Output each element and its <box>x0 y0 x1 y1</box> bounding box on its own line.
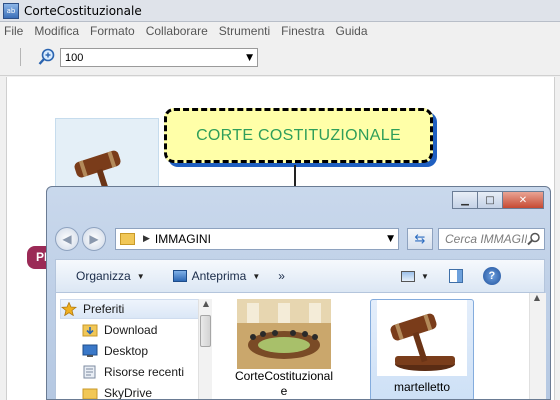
chevron-down-icon: ▼ <box>246 52 253 63</box>
zoom-select[interactable]: 100 ▼ <box>60 48 258 67</box>
command-bar: Organizza ▼ Anteprima ▼ » ▼ ? <box>55 259 545 293</box>
gavel-thumbnail <box>377 300 467 376</box>
app-titlebar: ab CorteCostituzionale <box>0 0 560 22</box>
zoom-icon[interactable] <box>38 48 56 66</box>
file-scrollbar[interactable]: ▲ <box>529 293 546 399</box>
file-explorer-window: ▁ □ ✕ ◀ ▶ ▶ IMMAGINI ▼ ⇆ Cerca IMMAGINI … <box>46 186 551 400</box>
nav-item-label: Preferiti <box>83 302 125 316</box>
file-label: martelletto <box>393 380 451 394</box>
courtroom-thumbnail <box>237 299 331 369</box>
menu-modifica[interactable]: Modifica <box>33 24 80 38</box>
search-input[interactable]: Cerca IMMAGINI <box>438 228 545 250</box>
desktop-icon <box>82 344 98 357</box>
organize-button[interactable]: Organizza ▼ <box>76 269 145 283</box>
menu-finestra[interactable]: Finestra <box>280 24 325 38</box>
central-topic-label: CORTE COSTITUZIONALE <box>196 126 401 144</box>
search-icon[interactable] <box>527 232 541 246</box>
search-placeholder: Cerca IMMAGINI <box>445 232 527 246</box>
view-options-button[interactable]: ▼ <box>400 270 429 282</box>
zoom-value: 100 <box>65 51 84 64</box>
central-topic-node[interactable]: CORTE COSTITUZIONALE <box>164 108 433 163</box>
scroll-up-icon[interactable]: ▲ <box>199 299 213 313</box>
file-item[interactable]: CorteCostituzionale <box>232 299 336 399</box>
preview-icon <box>172 270 187 282</box>
file-label: CorteCostituzionale <box>234 369 334 398</box>
view-icon <box>400 270 415 282</box>
scroll-up-icon[interactable]: ▲ <box>530 293 544 307</box>
chevron-down-icon: ▼ <box>252 271 261 281</box>
menu-formato[interactable]: Formato <box>89 24 136 38</box>
more-commands-button[interactable]: » <box>278 269 285 283</box>
toolbar-separator <box>20 48 21 66</box>
scroll-thumb[interactable] <box>200 315 211 347</box>
star-icon <box>61 302 77 316</box>
toolbar: 100 ▼ <box>0 40 560 76</box>
nav-item-label: Risorse recenti <box>104 365 185 379</box>
menu-collaborare[interactable]: Collaborare <box>145 24 209 38</box>
menu-bar: File Modifica Formato Collaborare Strume… <box>0 22 560 40</box>
preview-pane-icon <box>448 269 463 283</box>
nav-item-label: Desktop <box>104 344 149 358</box>
file-item-selected[interactable]: martelletto <box>370 299 474 399</box>
nav-item-label: SkyDrive <box>104 386 153 400</box>
back-button[interactable]: ◀ <box>55 227 79 251</box>
app-icon: ab <box>3 2 19 19</box>
organize-label: Organizza <box>76 269 131 283</box>
chevron-down-icon: ▼ <box>136 271 145 281</box>
maximize-icon[interactable]: □ <box>477 191 503 209</box>
recent-places-icon <box>83 365 96 379</box>
address-path: IMMAGINI <box>154 232 211 246</box>
explorer-content: Preferiti Download Desktop Risorse recen… <box>55 293 546 400</box>
help-button[interactable]: ? <box>482 267 501 285</box>
refresh-button[interactable]: ⇆ <box>407 228 433 250</box>
nav-scrollbar[interactable]: ▲ <box>198 299 213 399</box>
help-icon: ? <box>482 267 501 285</box>
chevron-down-icon: ▼ <box>420 271 429 281</box>
nav-item-label: Download <box>104 323 158 337</box>
file-list: CorteCostituzionale martelletto <box>214 293 546 399</box>
nav-item-favorites[interactable]: Preferiti <box>60 299 206 319</box>
download-folder-icon <box>82 324 98 337</box>
preview-label: Anteprima <box>191 269 247 283</box>
more-commands-label: » <box>278 269 285 283</box>
address-bar[interactable]: ▶ IMMAGINI ▼ <box>115 228 399 250</box>
menu-file[interactable]: File <box>3 24 24 38</box>
breadcrumb-arrow-icon[interactable]: ▶ <box>143 234 150 244</box>
navigation-row: ◀ ▶ ▶ IMMAGINI ▼ ⇆ Cerca IMMAGINI <box>55 225 545 251</box>
menu-guida[interactable]: Guida <box>334 24 368 38</box>
forward-button[interactable]: ▶ <box>82 227 106 251</box>
window-title: CorteCostituzionale <box>24 3 142 18</box>
window-controls: ▁ □ ✕ <box>452 191 544 209</box>
menu-strumenti[interactable]: Strumenti <box>218 24 271 38</box>
preview-pane-button[interactable] <box>448 269 463 283</box>
preview-button[interactable]: Anteprima ▼ <box>172 269 261 283</box>
navigation-pane: Preferiti Download Desktop Risorse recen… <box>56 293 214 400</box>
folder-icon <box>120 233 135 245</box>
minimize-icon[interactable]: ▁ <box>452 191 478 209</box>
chevron-down-icon[interactable]: ▼ <box>387 234 394 244</box>
close-icon[interactable]: ✕ <box>502 191 544 209</box>
folder-icon <box>82 388 98 399</box>
